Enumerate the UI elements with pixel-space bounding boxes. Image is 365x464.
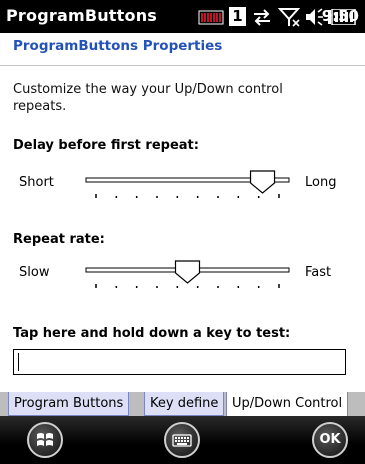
rate-max-label: Fast <box>305 265 332 280</box>
keyboard-icon <box>172 434 192 447</box>
slider-tick <box>115 286 118 288</box>
start-button[interactable] <box>27 422 63 458</box>
data-transfer-icon[interactable] <box>251 7 273 27</box>
slider-tick <box>237 286 240 288</box>
status-bar-title[interactable]: ProgramButtons <box>6 6 196 25</box>
slider-tick <box>176 286 179 288</box>
slider-tick <box>95 284 97 288</box>
test-input[interactable] <box>13 349 346 375</box>
soft-key-bar: OK <box>0 416 365 464</box>
slider-tick <box>115 196 118 198</box>
delay-slider[interactable] <box>80 168 295 208</box>
slider-thumb[interactable] <box>174 260 201 284</box>
slider-tick <box>156 196 158 198</box>
delay-min-label: Short <box>19 175 54 190</box>
keyboard-button[interactable] <box>164 422 200 458</box>
sim-slot-icon[interactable]: 1 <box>229 7 246 26</box>
slider-tick <box>257 286 260 288</box>
signal-bars-icon[interactable] <box>198 7 224 27</box>
repeat-rate-slider[interactable] <box>80 258 295 298</box>
title-divider <box>0 65 365 66</box>
ok-button[interactable]: OK <box>312 422 348 458</box>
description-text: Customize the way your Up/Down control r… <box>13 82 283 114</box>
page-title: ProgramButtons Properties <box>13 38 223 54</box>
no-signal-icon[interactable] <box>278 7 302 27</box>
slider-tick <box>135 286 138 288</box>
slider-tick <box>278 194 280 198</box>
tab-bar: Program Buttons Key define Up/Down Contr… <box>0 392 365 416</box>
ok-button-label: OK <box>319 432 341 447</box>
slider-tick <box>135 196 138 198</box>
slider-tick <box>278 284 280 288</box>
windows-start-icon <box>37 433 53 446</box>
slider-tick <box>196 286 199 288</box>
slider-tick <box>257 196 260 198</box>
clock[interactable]: 9:50 <box>322 7 359 25</box>
slider-tick <box>217 286 219 288</box>
slider-tick <box>156 286 158 288</box>
tab-up-down-control[interactable]: Up/Down Control <box>226 392 349 416</box>
text-caret <box>18 353 19 371</box>
delay-max-label: Long <box>305 175 337 190</box>
slider-tick <box>196 196 199 198</box>
delay-heading: Delay before first repeat: <box>13 138 199 153</box>
slider-thumb[interactable] <box>249 170 276 194</box>
slider-tick <box>217 196 219 198</box>
rate-min-label: Slow <box>19 265 50 280</box>
status-bar: ProgramButtons 1 9:50 <box>0 0 365 33</box>
tab-program-buttons[interactable]: Program Buttons <box>8 392 130 416</box>
slider-tick <box>176 196 179 198</box>
test-heading: Tap here and hold down a key to test: <box>13 326 291 341</box>
slider-tick <box>237 196 240 198</box>
rate-heading: Repeat rate: <box>13 232 105 247</box>
slider-tick <box>95 194 97 198</box>
tab-key-define[interactable]: Key define <box>144 392 225 416</box>
